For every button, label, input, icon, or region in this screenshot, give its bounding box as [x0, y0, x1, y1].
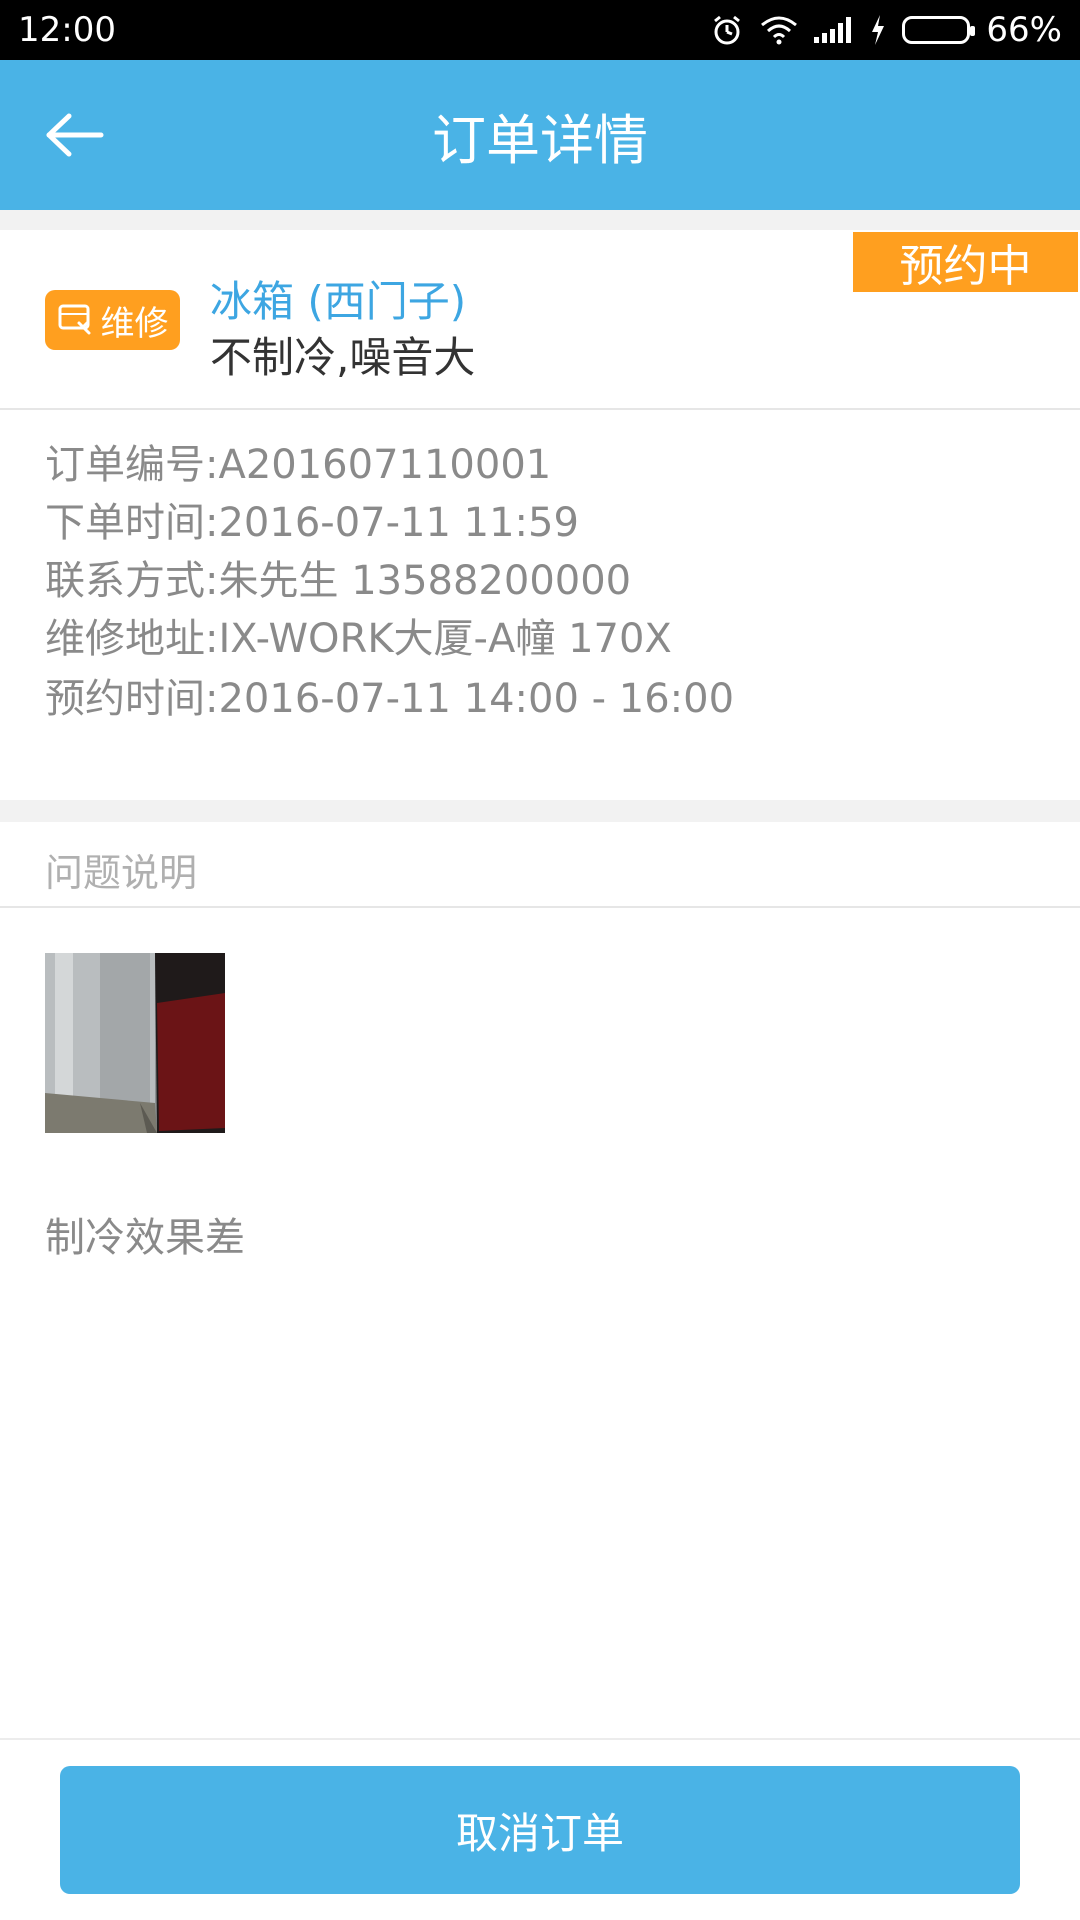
appointment-time: 预约时间:2016-07-11 14:00 - 16:00: [45, 676, 735, 722]
cancel-order-button[interactable]: 取消订单: [60, 1766, 1020, 1894]
app-bar: 订单详情: [0, 60, 1080, 210]
problem-section-title: 问题说明: [45, 851, 198, 895]
back-arrow-icon: [46, 113, 104, 157]
section-divider: [0, 800, 1080, 822]
page-title: 订单详情: [432, 108, 648, 172]
problem-description: 制冷效果差: [45, 1215, 245, 1261]
problem-section-header: 问题说明: [0, 822, 1080, 908]
status-icons: 66%: [710, 10, 1062, 50]
back-button[interactable]: [30, 100, 120, 170]
repair-icon: [58, 304, 90, 335]
service-type-tag: 维修: [45, 290, 180, 350]
status-bar: 12:00 66%: [0, 0, 1080, 60]
problem-photo[interactable]: [45, 953, 225, 1133]
item-title: 冰箱 (西门子): [210, 277, 467, 326]
item-card: 维修 冰箱 (西门子) 不制冷,噪音大 预约中: [0, 230, 1080, 410]
status-time: 12:00: [18, 10, 116, 50]
wifi-icon: [760, 15, 798, 45]
alarm-icon: [710, 13, 744, 47]
battery-icon: [902, 16, 976, 44]
order-info: 订单编号:A201607110001 下单时间:2016-07-11 11:59…: [0, 410, 1080, 800]
signal-icon: [814, 17, 854, 43]
section-divider: [0, 210, 1080, 230]
order-number: 订单编号:A201607110001: [45, 442, 552, 488]
battery-percent: 66%: [986, 10, 1062, 50]
charging-icon: [870, 15, 886, 45]
repair-address: 维修地址:IX-WORK大厦-A幢 170X: [45, 616, 672, 662]
service-type-label: 维修: [100, 303, 169, 344]
bottom-action-bar: 取消订单: [0, 1738, 1080, 1920]
order-time: 下单时间:2016-07-11 11:59: [45, 500, 579, 546]
contact-info: 联系方式:朱先生 13588200000: [45, 558, 632, 604]
item-subtitle: 不制冷,噪音大: [210, 333, 476, 382]
order-status-badge: 预约中: [853, 232, 1078, 292]
